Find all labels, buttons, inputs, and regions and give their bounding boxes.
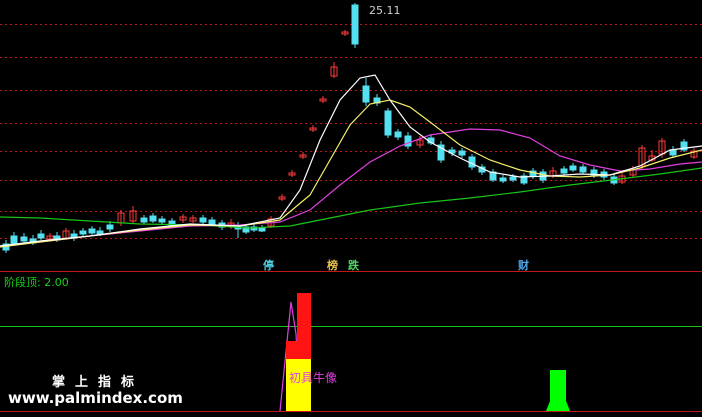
candle-body <box>140 217 148 223</box>
price-gridlines <box>0 24 702 239</box>
watermark-title: 掌上指标 <box>52 375 145 390</box>
candlesticks <box>2 3 698 253</box>
candle-body <box>258 227 266 232</box>
indicator-name-label: 阶段顶: 2.00 <box>4 276 69 289</box>
candle-body <box>37 233 45 239</box>
candle-body <box>351 4 359 45</box>
candle-body <box>79 230 87 235</box>
candle-body <box>10 235 18 245</box>
candle-body <box>158 218 166 223</box>
ma-long-line <box>0 128 702 247</box>
indicator-bars <box>279 293 570 412</box>
candle-body <box>384 110 392 136</box>
candle-body <box>394 131 402 138</box>
candle-body <box>362 85 370 103</box>
candle-body <box>96 230 104 235</box>
candle-body <box>509 176 517 181</box>
candle-body <box>569 165 577 171</box>
buy-signal-bar <box>546 370 570 411</box>
candle-body <box>149 215 157 222</box>
candle-body <box>20 236 28 242</box>
event-marker: 跌 <box>348 259 359 272</box>
signal-label: 初具牛像 <box>289 371 338 385</box>
top-signal-bar <box>297 293 311 359</box>
candle-body <box>560 168 568 174</box>
candle-body <box>458 150 466 156</box>
candle-body <box>404 135 412 147</box>
bull-signal-bar <box>286 359 311 411</box>
watermark-url: www.palmindex.com <box>8 389 183 407</box>
candle-body <box>106 224 114 230</box>
event-marker: 停 <box>263 259 274 272</box>
candle-body <box>208 219 216 225</box>
stock-chart <box>0 3 702 412</box>
peak-price-label: 25.11 <box>369 4 401 17</box>
event-marker: 财 <box>518 259 529 272</box>
candle-body <box>88 228 96 234</box>
candle-body <box>579 166 587 173</box>
ma-short-line <box>0 74 702 247</box>
top-signal-bar <box>286 341 297 359</box>
candle-body <box>669 149 677 156</box>
candle-body <box>499 177 507 182</box>
candle-body <box>199 217 207 223</box>
event-marker: 榜 <box>327 259 338 272</box>
